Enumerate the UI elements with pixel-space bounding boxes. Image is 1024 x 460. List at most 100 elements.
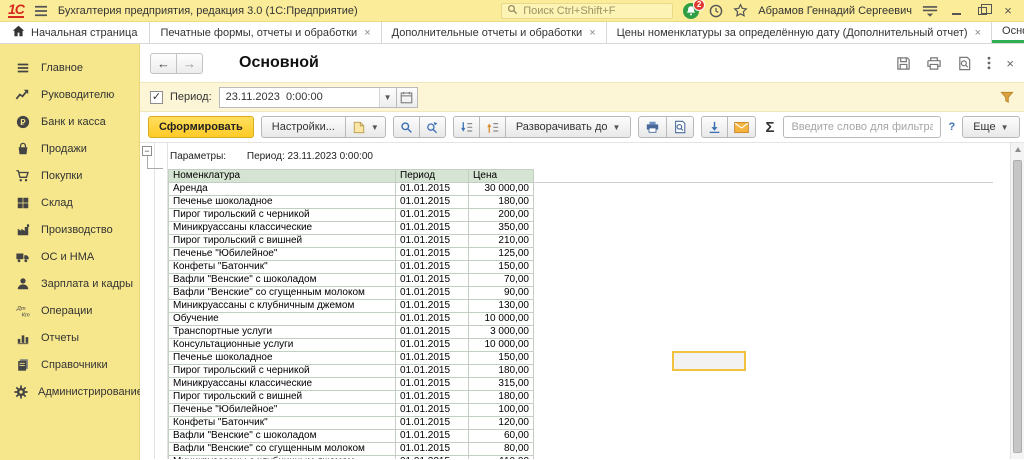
cell-price[interactable]: 180,00	[469, 391, 534, 404]
more-commands-icon[interactable]	[987, 56, 991, 70]
table-row[interactable]: Миникруассаны с клубничным джемом 01.01.…	[169, 300, 534, 313]
cell-period[interactable]: 01.01.2015	[396, 274, 469, 287]
cell-period[interactable]: 01.01.2015	[396, 235, 469, 248]
sidebar-item[interactable]: Склад	[0, 189, 139, 216]
cell-period[interactable]: 01.01.2015	[396, 417, 469, 430]
sum-sigma-icon[interactable]: Σ	[763, 119, 776, 136]
selected-cell[interactable]	[672, 351, 746, 371]
scrollbar-thumb[interactable]	[1013, 160, 1022, 453]
cell-price[interactable]: 120,00	[469, 417, 534, 430]
history-icon[interactable]	[709, 4, 723, 18]
expand-to-button[interactable]: Разворачивать до ▼	[505, 116, 632, 138]
table-row[interactable]: Миникруассаны с клубничным джемом 01.01.…	[169, 456, 534, 460]
expand-groups-icon[interactable]	[479, 116, 506, 138]
document-tab[interactable]: Цены номенклатуры за определённую дату (…	[607, 22, 992, 43]
print-icon[interactable]	[926, 56, 942, 71]
email-icon[interactable]	[727, 116, 756, 138]
preview-report-icon[interactable]	[666, 116, 694, 138]
cell-nomenclature[interactable]: Печенье шоколадное	[169, 196, 396, 209]
cell-nomenclature[interactable]: Вафли "Венские" с шоколадом	[169, 430, 396, 443]
cell-price[interactable]: 110,00	[469, 456, 534, 460]
table-row[interactable]: Печенье "Юбилейное" 01.01.2015 125,00	[169, 248, 534, 261]
sidebar-item[interactable]: Продажи	[0, 135, 139, 162]
collapse-group-icon[interactable]: −	[142, 146, 152, 156]
cell-nomenclature[interactable]: Печенье "Юбилейное"	[169, 248, 396, 261]
cell-price[interactable]: 130,00	[469, 300, 534, 313]
global-search-input[interactable]: Поиск Ctrl+Shift+F	[501, 3, 673, 19]
cell-nomenclature[interactable]: Аренда	[169, 183, 396, 196]
cell-period[interactable]: 01.01.2015	[396, 378, 469, 391]
find-icon[interactable]	[393, 116, 420, 138]
more-button[interactable]: Еще ▼	[962, 116, 1019, 138]
period-date-input[interactable]: 23.11.2023 0:00:00 ▼	[219, 87, 397, 108]
sidebar-item[interactable]: Главное	[0, 54, 139, 81]
service-menu-icon[interactable]	[922, 5, 938, 17]
cell-nomenclature[interactable]: Миникруассаны с клубничным джемом	[169, 456, 396, 460]
user-name[interactable]: Абрамов Геннадий Сергеевич	[758, 5, 912, 17]
main-menu-icon[interactable]	[34, 5, 48, 17]
cell-price[interactable]: 100,00	[469, 404, 534, 417]
document-tab[interactable]: Основной ×	[992, 22, 1024, 43]
column-header[interactable]: Цена	[469, 170, 534, 183]
cell-period[interactable]: 01.01.2015	[396, 300, 469, 313]
preview-icon[interactable]	[957, 56, 972, 71]
cell-price[interactable]: 70,00	[469, 274, 534, 287]
cell-period[interactable]: 01.01.2015	[396, 222, 469, 235]
cell-period[interactable]: 01.01.2015	[396, 196, 469, 209]
cell-period[interactable]: 01.01.2015	[396, 209, 469, 222]
column-header[interactable]: Номенклатура	[169, 170, 396, 183]
cell-nomenclature[interactable]: Вафли "Венские" со сгущенным молоком	[169, 287, 396, 300]
calendar-button[interactable]	[396, 87, 418, 108]
table-row[interactable]: Конфеты "Батончик" 01.01.2015 120,00	[169, 417, 534, 430]
cell-period[interactable]: 01.01.2015	[396, 248, 469, 261]
table-row[interactable]: Печенье "Юбилейное" 01.01.2015 100,00	[169, 404, 534, 417]
sidebar-item[interactable]: ОС и НМА	[0, 243, 139, 270]
cell-price[interactable]: 10 000,00	[469, 339, 534, 352]
cell-price[interactable]: 80,00	[469, 443, 534, 456]
find-next-icon[interactable]	[419, 116, 446, 138]
sidebar-item[interactable]: Производство	[0, 216, 139, 243]
cell-period[interactable]: 01.01.2015	[396, 183, 469, 196]
sidebar-item[interactable]: Руководителю	[0, 81, 139, 108]
save-report-icon[interactable]	[701, 116, 728, 138]
table-row[interactable]: Вафли "Венские" со сгущенным молоком 01.…	[169, 287, 534, 300]
cell-nomenclature[interactable]: Миникруассаны классические	[169, 222, 396, 235]
favorites-star-icon[interactable]	[733, 3, 748, 18]
cell-nomenclature[interactable]: Консультационные услуги	[169, 339, 396, 352]
cell-nomenclature[interactable]: Вафли "Венские" с шоколадом	[169, 274, 396, 287]
cell-period[interactable]: 01.01.2015	[396, 430, 469, 443]
table-row[interactable]: Пирог тирольский с вишней 01.01.2015 210…	[169, 235, 534, 248]
save-icon[interactable]	[896, 56, 911, 71]
sidebar-item[interactable]: Отчеты	[0, 324, 139, 351]
cell-nomenclature[interactable]: Пирог тирольский с черникой	[169, 209, 396, 222]
tab-close-icon[interactable]: ×	[589, 27, 595, 39]
chevron-down-icon[interactable]: ▼	[379, 88, 396, 107]
table-row[interactable]: Миникруассаны классические 01.01.2015 35…	[169, 222, 534, 235]
vertical-scrollbar[interactable]	[1010, 143, 1024, 459]
cell-price[interactable]: 60,00	[469, 430, 534, 443]
cell-price[interactable]: 180,00	[469, 365, 534, 378]
filter-input[interactable]	[783, 116, 941, 138]
cell-price[interactable]: 150,00	[469, 352, 534, 365]
table-row[interactable]: Аренда 01.01.2015 30 000,00	[169, 183, 534, 196]
table-row[interactable]: Обучение 01.01.2015 10 000,00	[169, 313, 534, 326]
collapse-groups-icon[interactable]	[453, 116, 480, 138]
table-row[interactable]: Пирог тирольский с черникой 01.01.2015 2…	[169, 209, 534, 222]
cell-price[interactable]: 125,00	[469, 248, 534, 261]
home-tab[interactable]: Начальная страница	[0, 22, 150, 43]
column-header[interactable]: Период	[396, 170, 469, 183]
sidebar-item[interactable]: Зарплата и кадры	[0, 270, 139, 297]
sidebar-item[interactable]: Покупки	[0, 162, 139, 189]
cell-price[interactable]: 3 000,00	[469, 326, 534, 339]
table-row[interactable]: Печенье шоколадное 01.01.2015 150,00	[169, 352, 534, 365]
table-row[interactable]: Вафли "Венские" с шоколадом 01.01.2015 6…	[169, 430, 534, 443]
print-report-icon[interactable]	[638, 116, 667, 138]
sidebar-item[interactable]: Справочники	[0, 351, 139, 378]
cell-nomenclature[interactable]: Вафли "Венские" со сгущенным молоком	[169, 443, 396, 456]
sidebar-item[interactable]: P Банк и касса	[0, 108, 139, 135]
help-link[interactable]: ?	[948, 121, 955, 133]
cell-nomenclature[interactable]: Пирог тирольский с вишней	[169, 235, 396, 248]
cell-price[interactable]: 10 000,00	[469, 313, 534, 326]
cell-period[interactable]: 01.01.2015	[396, 391, 469, 404]
cell-period[interactable]: 01.01.2015	[396, 404, 469, 417]
